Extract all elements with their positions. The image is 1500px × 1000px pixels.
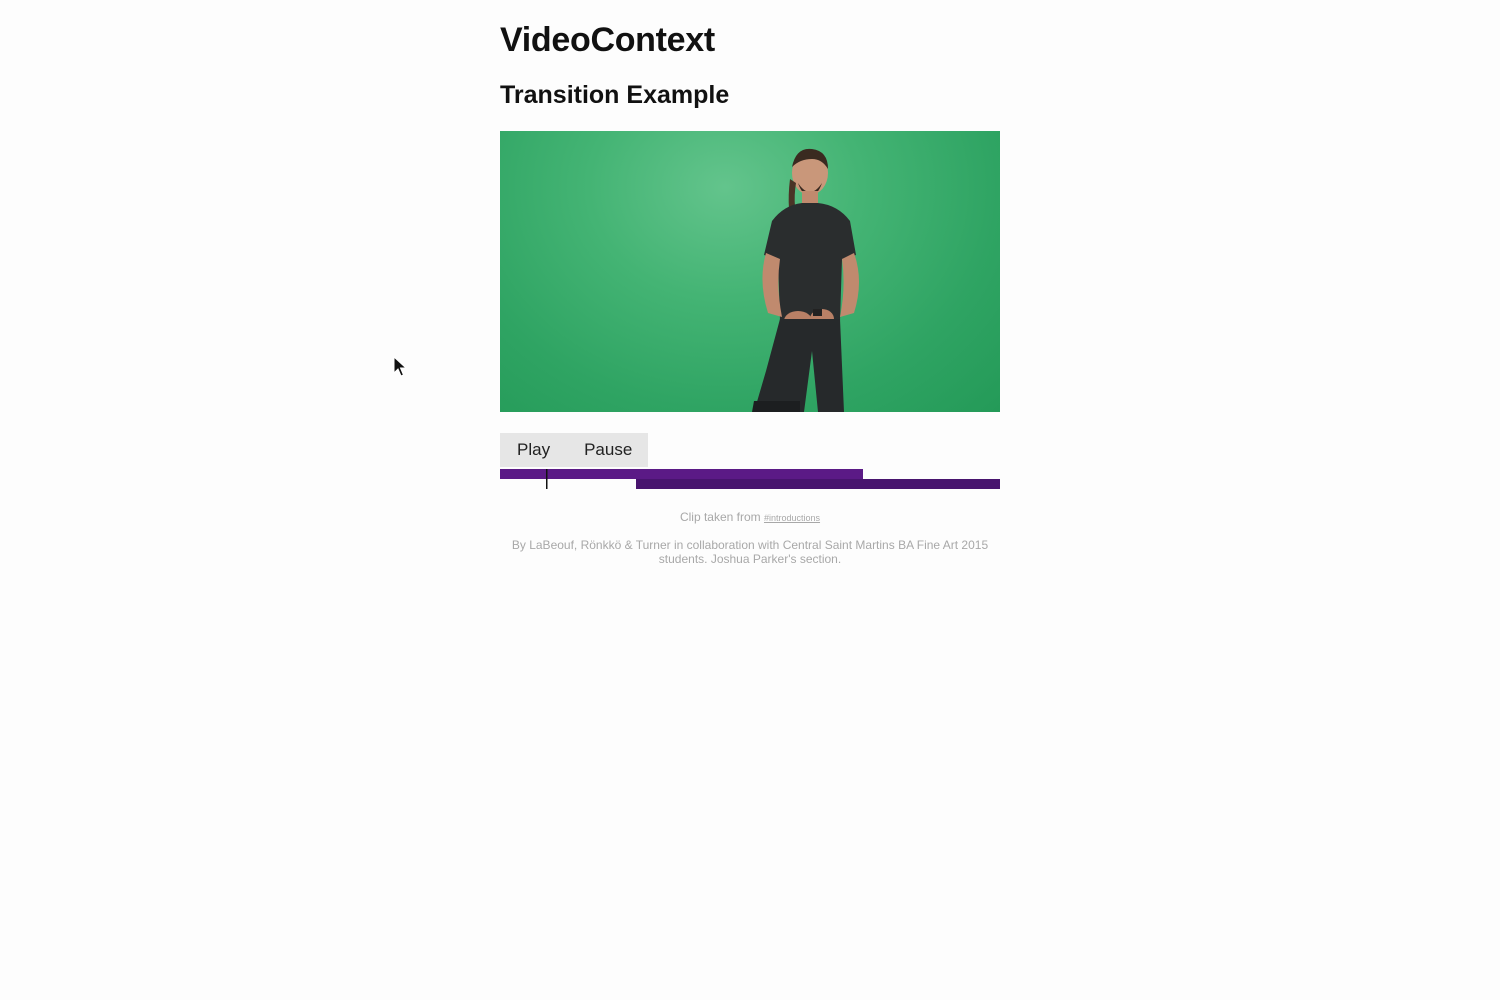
playback-controls: Play Pause <box>500 433 649 467</box>
caption-prefix: Clip taken from <box>679 510 764 524</box>
pause-button[interactable]: Pause <box>584 440 632 460</box>
page-subtitle: Transition Example <box>500 81 730 109</box>
video-canvas[interactable] <box>500 131 1000 412</box>
timeline-track-b <box>636 479 1000 489</box>
timeline-playhead <box>546 469 548 489</box>
play-button[interactable]: Play <box>517 440 550 460</box>
introductions-link[interactable]: #introductions <box>764 513 820 523</box>
page-title: VideoContext <box>500 21 715 59</box>
video-frame-person <box>752 148 859 412</box>
page: VideoContext Transition Example Play Pau… <box>0 0 1500 1000</box>
arrow-cursor-icon <box>393 356 407 377</box>
timeline-track-a <box>500 469 863 479</box>
clip-caption: Clip taken from #introductions <box>500 510 1000 524</box>
timeline[interactable] <box>500 468 1000 490</box>
credit-text: By LaBeouf, Rönkkö & Turner in collabora… <box>511 538 989 566</box>
